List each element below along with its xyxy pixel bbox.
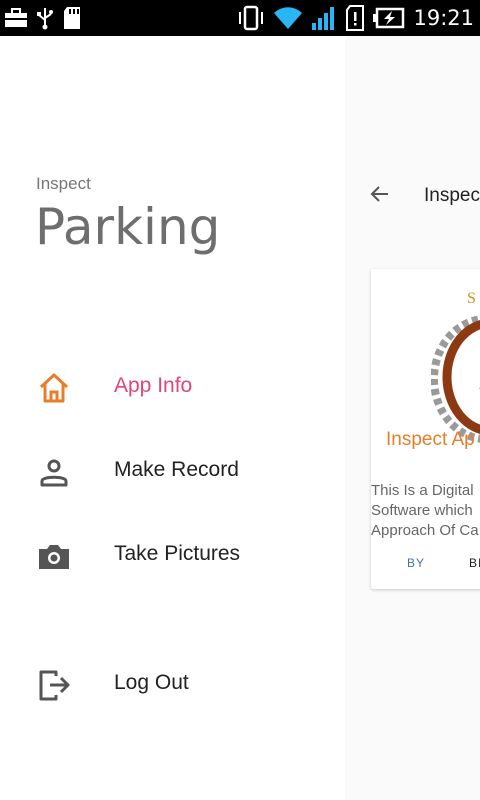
drawer-title: Parking [35,198,221,256]
background-page: Inspec S Inspect Ap This Is a Digital So… [345,36,480,800]
nav-item-take-pictures[interactable]: Take Pictures [0,522,345,586]
navigation-drawer: Inspect Parking App Info Make Record Tak… [0,36,345,800]
nav-item-label: App Info [114,374,193,397]
nav-item-make-record[interactable]: Make Record [0,438,345,502]
nav-item-label: Take Pictures [114,542,241,565]
sim-alert-icon [346,5,365,31]
signal-icon [312,7,335,30]
drawer-subtitle: Inspect [36,174,91,193]
app-info-card: S Inspect Ap This Is a Digital Software … [371,269,480,589]
logout-icon [39,670,70,701]
svg-text:S: S [467,290,476,307]
briefcase-icon [5,8,27,27]
camera-icon [39,545,69,569]
nav-item-log-out[interactable]: Log Out [0,651,345,715]
vibrate-icon [239,5,264,31]
nav-item-app-info[interactable]: App Info [0,354,345,418]
app-logo-title: Inspect Ap [386,429,475,450]
card-action-secondary: BI [469,556,480,570]
card-action-by: BY [407,556,426,570]
status-right-icons: 19:21 [237,5,474,31]
battery-charging-icon [373,7,405,29]
nav-item-label: Log Out [114,671,189,694]
sdcard-icon [64,7,80,29]
wifi-icon [274,7,303,29]
status-bar: 19:21 [0,0,480,36]
nav-item-label: Make Record [114,458,239,481]
back-arrow-icon [370,186,388,202]
usb-icon [37,8,53,30]
app-description: This Is a Digital Software which Approac… [371,482,479,539]
person-icon [40,459,68,487]
status-left-icons [4,6,82,30]
home-icon [39,373,69,403]
status-time: 19:21 [413,6,474,30]
background-page-title: Inspec [424,185,480,206]
